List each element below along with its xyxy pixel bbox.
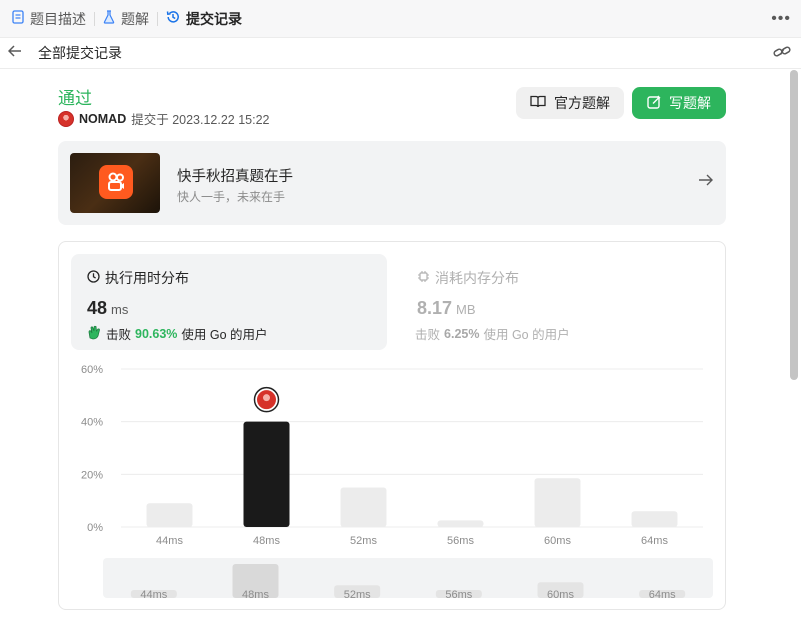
link-icon[interactable] — [773, 45, 791, 64]
range-brush-chart: 44ms 48ms 52ms 56ms 60ms 64ms — [130, 564, 686, 601]
banner-title: 快手秋招真题在手 — [177, 169, 293, 185]
flask-icon — [103, 10, 115, 27]
brush-tick-label: 52ms — [344, 589, 371, 601]
arrow-right-icon[interactable] — [698, 173, 714, 192]
tab-divider — [94, 11, 95, 26]
brush-tick-label: 48ms — [242, 589, 269, 601]
tab-divider — [157, 11, 158, 26]
back-arrow-icon[interactable] — [7, 44, 30, 62]
submission-header: 全部提交记录 — [0, 38, 801, 69]
brush-tick-label: 60ms — [547, 589, 574, 601]
official-solution-button[interactable]: 官方题解 — [516, 87, 624, 119]
submitted-time: 提交于 2023.12.22 15:22 — [131, 113, 270, 127]
top-tab-bar: 题目描述 题解 提交记录 ••• — [0, 0, 801, 38]
banner-subtitle: 快人一手，未来在手 — [177, 190, 286, 204]
write-solution-label: 写题解 — [669, 95, 711, 111]
banner-image — [70, 153, 160, 213]
submission-meta: NOMAD 提交于 2023.12.22 15:22 — [58, 109, 270, 128]
official-solution-label: 官方题解 — [554, 95, 610, 111]
book-icon — [530, 95, 546, 111]
tab-submissions-label: 提交记录 — [186, 10, 242, 27]
write-solution-button[interactable]: 写题解 — [632, 87, 726, 119]
kuaishou-logo-icon — [99, 165, 133, 199]
brush-tick-label: 44ms — [140, 589, 167, 601]
username[interactable]: NOMAD — [79, 112, 126, 126]
tab-description[interactable]: 题目描述 — [12, 0, 94, 38]
brush-tick-label: 56ms — [445, 589, 472, 601]
more-options-icon[interactable]: ••• — [771, 10, 791, 28]
tab-description-label: 题目描述 — [30, 10, 86, 27]
avatar[interactable] — [58, 110, 74, 127]
submission-status: 通过 — [58, 89, 92, 108]
history-icon — [166, 10, 180, 27]
tab-solutions-label: 题解 — [121, 10, 149, 27]
stats-panel: 执行用时分布 48 ms 击败 90.63% 使用 Go 的用户 消耗内存分布 8… — [58, 241, 726, 610]
all-submissions-title: 全部提交记录 — [38, 45, 122, 61]
document-icon — [12, 10, 24, 27]
vertical-scrollbar[interactable] — [790, 70, 798, 380]
brush-tick-label: 64ms — [649, 589, 676, 601]
edit-icon — [647, 95, 661, 112]
promo-banner[interactable]: 快手秋招真题在手 快人一手，未来在手 — [58, 141, 726, 225]
tab-submissions[interactable]: 提交记录 — [166, 0, 250, 38]
tab-solutions[interactable]: 题解 — [103, 0, 157, 38]
